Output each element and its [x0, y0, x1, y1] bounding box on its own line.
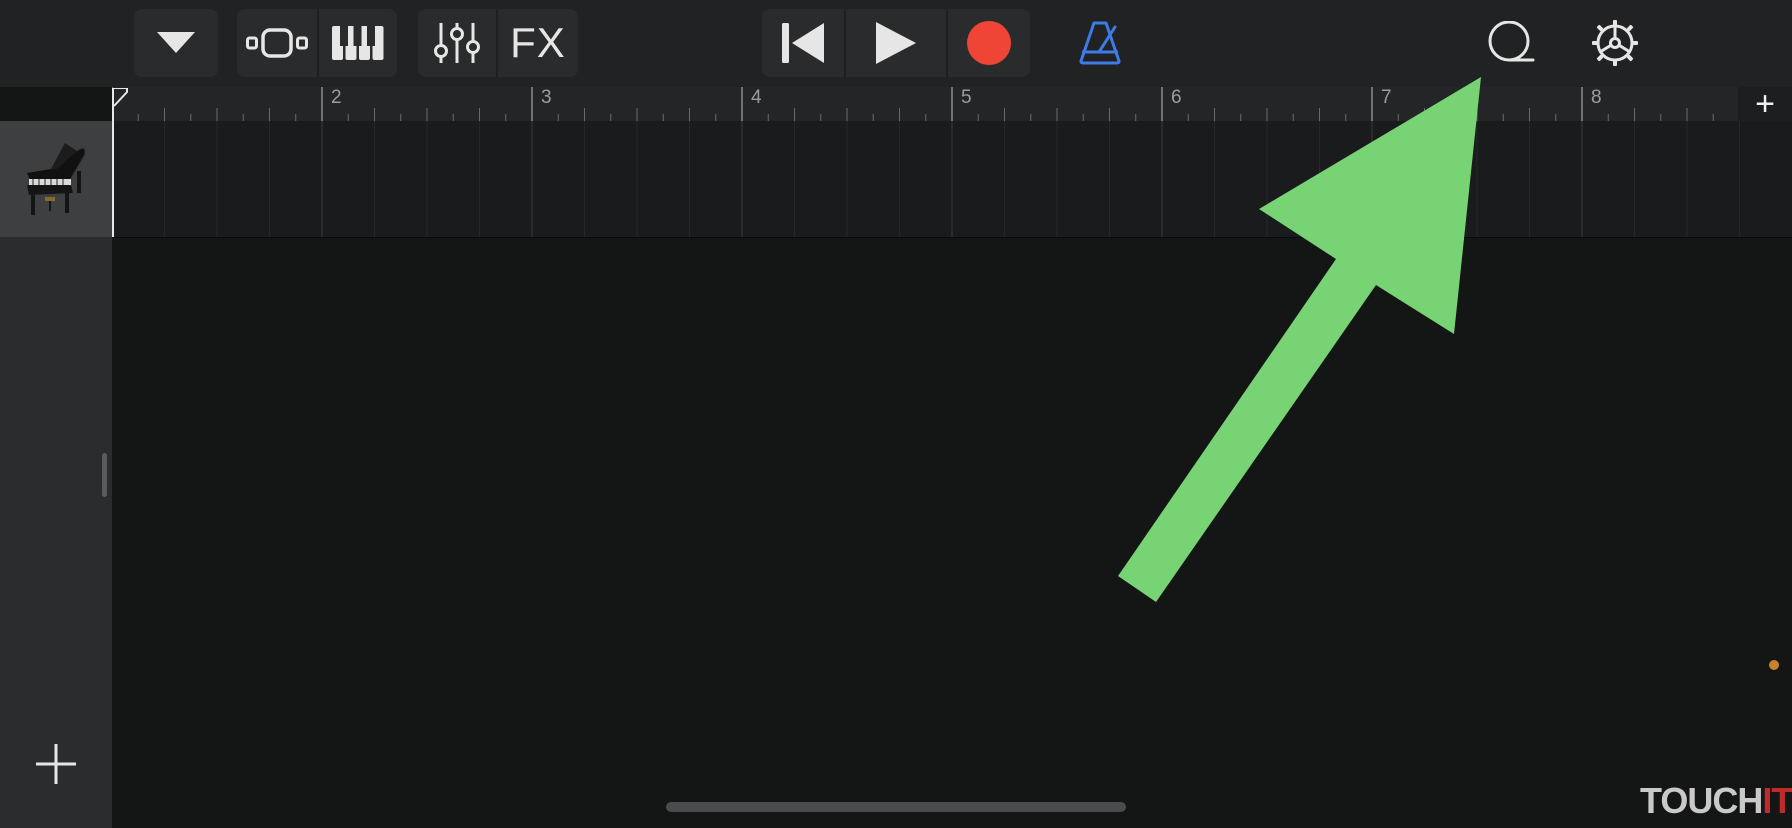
play-icon — [876, 22, 916, 64]
transport-group — [762, 9, 1030, 77]
ruler-ticks — [112, 87, 1740, 121]
toolbar: FX — [0, 0, 1792, 87]
grand-piano-icon — [27, 143, 87, 215]
touchit-watermark: TOUCHIT — [1640, 780, 1792, 821]
track-lane[interactable] — [112, 121, 1792, 238]
playhead-handle[interactable] — [112, 88, 130, 120]
plus-icon: + — [1755, 85, 1775, 123]
bar-number-label: 2 — [331, 87, 342, 108]
settings-button[interactable] — [1588, 9, 1642, 77]
loop-icon — [1488, 21, 1535, 62]
tracks-view-button[interactable] — [237, 9, 317, 77]
fx-button[interactable]: FX — [498, 9, 578, 77]
record-button[interactable] — [948, 9, 1030, 77]
metronome-icon — [1079, 21, 1121, 65]
tracks-view-icon — [246, 28, 308, 58]
fx-label: FX — [510, 19, 566, 66]
column-resize-handle[interactable] — [102, 453, 107, 497]
piano-keys-icon — [332, 26, 384, 60]
view-toggle-group — [237, 9, 397, 77]
metronome-button[interactable] — [1074, 9, 1126, 77]
lane-grid — [112, 121, 1740, 237]
chevron-down-icon — [134, 9, 218, 77]
bar-number-label: 3 — [541, 87, 552, 108]
song-browser-button[interactable] — [134, 9, 218, 77]
bar-number-label: 4 — [751, 87, 762, 108]
track-header-piano[interactable] — [0, 121, 112, 237]
add-section-button[interactable]: + — [1738, 87, 1792, 121]
empty-tracks-area[interactable] — [112, 238, 1792, 828]
go-to-beginning-icon — [782, 23, 824, 63]
bar-number-label: 6 — [1171, 87, 1182, 108]
mixer-fx-group: FX — [418, 9, 578, 77]
instrument-view-button[interactable] — [319, 9, 397, 77]
track-headers-column — [0, 121, 112, 828]
add-track-button[interactable] — [28, 736, 84, 792]
sliders-icon — [434, 23, 480, 63]
bar-number-label: 8 — [1591, 87, 1602, 108]
go-to-beginning-button[interactable] — [762, 9, 844, 77]
bar-number-label: 5 — [961, 87, 972, 108]
play-button[interactable] — [846, 9, 946, 77]
loops-button[interactable] — [1484, 9, 1538, 77]
activity-indicator-dot — [1769, 660, 1779, 670]
timeline-ruler[interactable]: 2 3 4 5 6 7 8 + — [112, 87, 1792, 121]
bar-number-label: 7 — [1381, 87, 1392, 108]
gear-icon — [1592, 20, 1638, 66]
plus-icon — [36, 744, 76, 784]
home-indicator[interactable] — [666, 802, 1126, 812]
record-icon — [967, 21, 1011, 65]
mixer-button[interactable] — [418, 9, 496, 77]
